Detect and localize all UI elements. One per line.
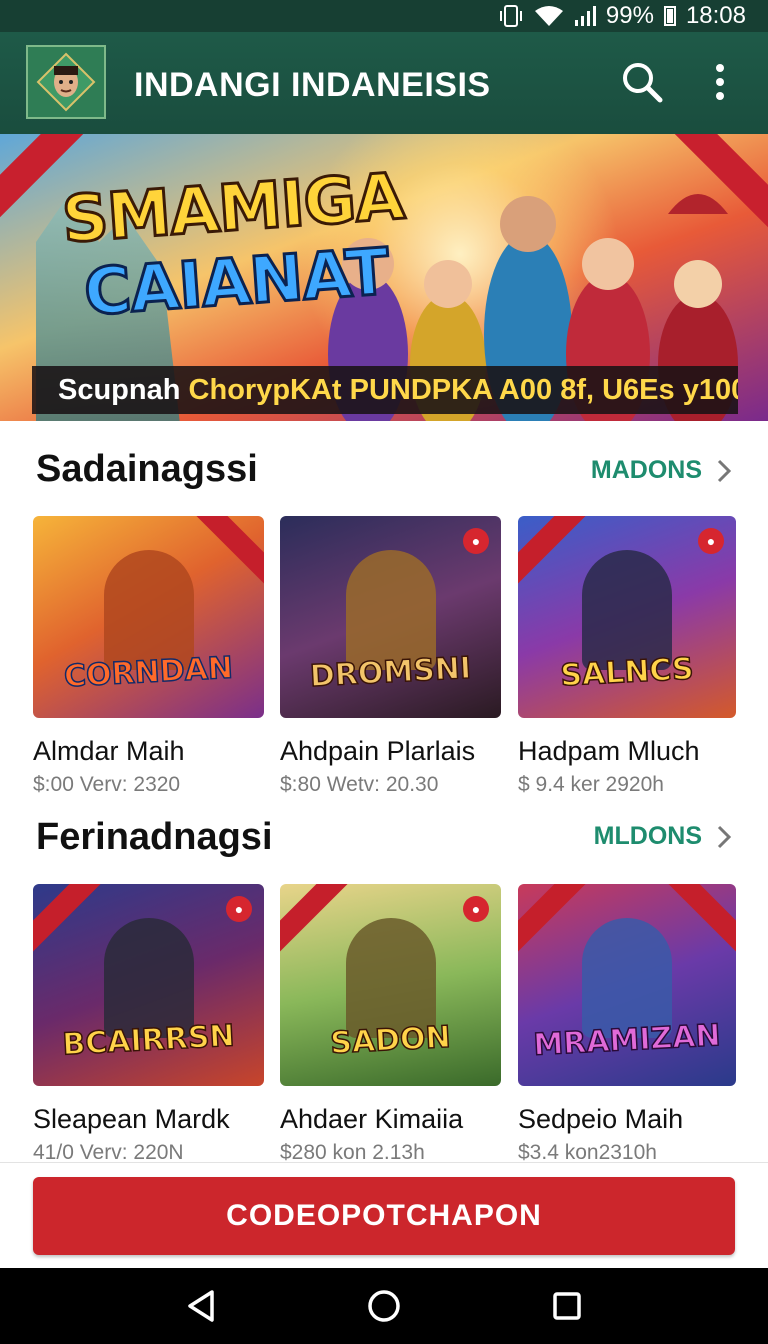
thumbnail-ribbon <box>33 884 107 956</box>
clock: 18:08 <box>685 2 746 29</box>
game-card[interactable]: MRAMIZAN Sedpeio Maih $3.4 kon2310h <box>518 884 736 1165</box>
badge-dot-icon: ● <box>463 896 489 922</box>
thumbnail-art-text: MRAMIZAN <box>532 1017 722 1063</box>
home-circle-icon <box>368 1290 400 1322</box>
overflow-menu-button[interactable] <box>694 56 746 108</box>
system-nav-bar <box>0 1268 768 1344</box>
game-thumbnail: ● BCAIRRSN <box>33 884 264 1086</box>
section-title: Ferinadnagsi <box>36 816 273 858</box>
game-thumbnail: ● DROMSNI <box>280 516 501 718</box>
thumbnail-figure <box>582 550 672 670</box>
back-triangle-icon <box>188 1290 215 1322</box>
game-meta: $ 9.4 ker 2920h <box>518 773 664 796</box>
vibrate-icon <box>498 5 524 27</box>
hero-subtitle-prefix: Scupnah <box>58 373 181 406</box>
app-logo[interactable] <box>26 45 106 119</box>
game-meta: $:80 Wetv: 20.30 <box>280 773 439 796</box>
nav-back-button[interactable] <box>171 1276 231 1336</box>
thumbnail-ribbon <box>190 516 264 588</box>
battery-percent: 99% <box>605 2 654 29</box>
game-title: Sedpeio Maih <box>518 1104 684 1134</box>
thumbnail-art-text: SADON <box>329 1019 453 1062</box>
badge-dot-icon: ● <box>226 896 252 922</box>
chevron-right-icon <box>717 459 732 482</box>
thumbnail-art-text: CORNDAN <box>62 650 234 695</box>
game-card[interactable]: ● BCAIRRSN Sleapean Mardk 41/0 Verv: 220… <box>33 884 264 1165</box>
game-title: Ahdpain Plarlais <box>280 736 476 766</box>
nav-home-button[interactable] <box>354 1276 414 1336</box>
game-meta: $:00 Verv: 2320 <box>33 773 181 796</box>
badge-dot-icon: ● <box>463 528 489 554</box>
game-thumbnail: MRAMIZAN <box>518 884 736 1086</box>
game-thumbnail: CORNDAN <box>33 516 264 718</box>
primary-action-button[interactable]: CODEOPOTCHAPON <box>33 1177 735 1255</box>
nav-recents-button[interactable] <box>537 1276 597 1336</box>
thumbnail-figure <box>103 918 194 1038</box>
section-more-label: MLDONS <box>593 822 702 850</box>
hero-subtitle-highlight: ChorypKAt PUNDPKA A00 8f, U6Es y100 <box>188 373 738 406</box>
game-card[interactable]: ● SALNCS Hadpam Mluch $ 9.4 ker 2920h <box>518 516 736 797</box>
section-more-link[interactable]: MADONS <box>591 456 732 485</box>
section-more-label: MADONS <box>590 456 702 484</box>
section-title: Sadainagssi <box>36 448 258 490</box>
game-card[interactable]: CORNDAN Almdar Maih $:00 Verv: 2320 <box>33 516 264 797</box>
signal-icon <box>574 6 596 26</box>
game-title: Sleapean Mardk <box>33 1104 230 1134</box>
battery-icon <box>663 6 676 26</box>
thumbnail-ribbon <box>662 884 736 956</box>
game-card[interactable]: ● DROMSNI Ahdpain Plarlais $:80 Wetv: 20… <box>280 516 501 797</box>
game-card[interactable]: ● SADON Ahdaer Kimaiia $280 kon 2.13h <box>280 884 501 1165</box>
recents-square-icon <box>552 1292 581 1320</box>
game-title: Almdar Maih <box>33 736 185 766</box>
thumbnail-figure <box>103 550 194 670</box>
thumbnail-art-text: BCAIRRSN <box>61 1018 236 1063</box>
game-thumbnail: ● SADON <box>280 884 501 1086</box>
thumbnail-figure <box>345 550 436 670</box>
app-bar: INDANGI INDANEISIS <box>0 32 768 134</box>
hero-subtitle: Scupnah ChorypKAt PUNDPKA A00 8f, U6Es y… <box>32 366 738 414</box>
search-button[interactable] <box>616 56 668 108</box>
status-bar: 99% 18:08 <box>0 0 768 32</box>
game-title: Hadpam Mluch <box>518 736 700 766</box>
thumbnail-figure <box>582 918 672 1038</box>
chevron-right-icon <box>717 825 732 848</box>
game-thumbnail: ● SALNCS <box>518 516 736 718</box>
thumbnail-ribbon <box>518 884 592 956</box>
more-vert-icon <box>716 64 724 100</box>
hero-banner[interactable]: SMAMIGA CAIANAT Scupnah ChorypKAt PUNDPK… <box>0 134 768 421</box>
section-more-link[interactable]: MLDONS <box>594 822 732 851</box>
thumbnail-ribbon <box>280 884 354 956</box>
thumbnail-art-text: SALNCS <box>559 651 695 694</box>
app-title: INDANGI INDANEISIS <box>134 66 491 104</box>
thumbnail-figure <box>345 918 436 1038</box>
thumbnail-ribbon <box>518 516 592 588</box>
game-title: Ahdaer Kimaiia <box>280 1104 464 1134</box>
search-icon <box>623 63 663 103</box>
thumbnail-art-text: DROMSNI <box>308 650 472 695</box>
wifi-icon <box>534 5 564 27</box>
badge-dot-icon: ● <box>698 528 724 554</box>
